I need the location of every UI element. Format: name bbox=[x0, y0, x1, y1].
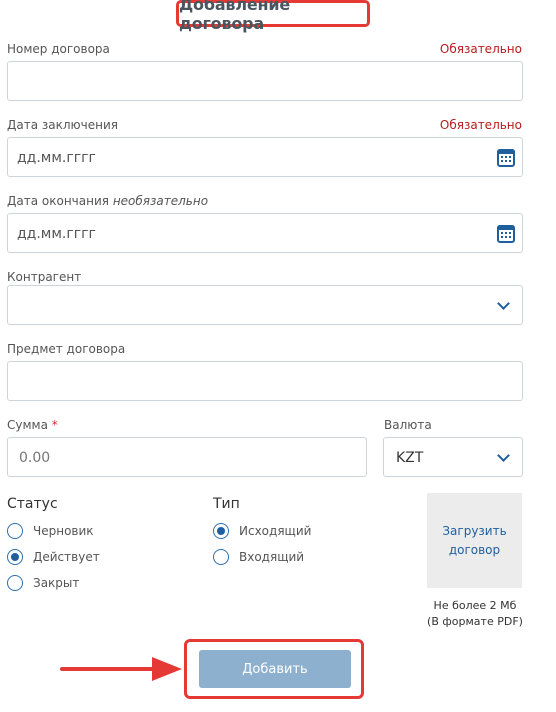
type-option-outgoing[interactable]: Исходящий bbox=[213, 522, 373, 542]
status-option-active[interactable]: Действует bbox=[7, 548, 167, 568]
end-date-label: Дата окончания необязательно bbox=[7, 194, 208, 208]
currency-label: Валюта bbox=[384, 418, 432, 432]
currency-value: KZT bbox=[396, 450, 424, 466]
upload-note-line2: (В формате PDF) bbox=[427, 615, 523, 628]
amount-label: Сумма * bbox=[7, 418, 58, 432]
counterparty-select[interactable] bbox=[7, 285, 523, 325]
radio-icon[interactable] bbox=[213, 549, 229, 565]
upload-contract-label: Загрузить договор bbox=[442, 522, 506, 560]
calendar-icon[interactable] bbox=[497, 225, 515, 243]
contract-number-required: Обязательно bbox=[439, 42, 522, 56]
radio-checked-icon[interactable] bbox=[7, 549, 23, 565]
status-option-label: Закрыт bbox=[33, 576, 80, 590]
conclusion-date-placeholder: дд.мм.гггг bbox=[17, 150, 96, 166]
currency-select[interactable]: KZT bbox=[383, 437, 523, 477]
radio-icon[interactable] bbox=[7, 523, 23, 539]
form-title-text: Добавление договора bbox=[179, 0, 291, 33]
calendar-icon[interactable] bbox=[497, 149, 515, 167]
type-label: Тип bbox=[213, 496, 240, 512]
chevron-down-icon bbox=[497, 449, 510, 462]
amount-label-text: Сумма bbox=[7, 418, 48, 432]
chevron-down-icon bbox=[497, 297, 510, 310]
status-option-label: Действует bbox=[33, 550, 100, 564]
contract-number-label: Номер договора bbox=[7, 42, 110, 56]
upload-note: Не более 2 Мб (В формате PDF) bbox=[412, 598, 538, 630]
end-date-optional: необязательно bbox=[112, 194, 209, 208]
status-option-draft[interactable]: Черновик bbox=[7, 522, 167, 542]
end-date-label-text: Дата окончания bbox=[7, 194, 109, 208]
upload-label-line2: договор bbox=[448, 542, 501, 557]
submit-highlight-frame: Добавить bbox=[184, 639, 364, 699]
type-option-label: Исходящий bbox=[239, 524, 312, 538]
status-option-closed[interactable]: Закрыт bbox=[7, 574, 167, 594]
form-title: Добавление договора bbox=[176, 0, 370, 33]
upload-contract-button[interactable]: Загрузить договор bbox=[427, 493, 522, 588]
amount-placeholder: 0.00 bbox=[19, 450, 51, 466]
conclusion-date-required: Обязательно bbox=[439, 118, 522, 132]
conclusion-date-label: Дата заключения bbox=[7, 118, 118, 132]
subject-input[interactable] bbox=[7, 361, 523, 401]
counterparty-label: Контрагент bbox=[7, 270, 82, 284]
status-label: Статус bbox=[7, 496, 58, 512]
add-button[interactable]: Добавить bbox=[199, 650, 351, 688]
red-arrow-annotation bbox=[60, 657, 182, 681]
subject-label: Предмет договора bbox=[7, 342, 126, 356]
radio-icon[interactable] bbox=[7, 575, 23, 591]
amount-required-mark: * bbox=[51, 418, 58, 432]
status-option-label: Черновик bbox=[33, 524, 94, 538]
add-button-label: Добавить bbox=[242, 661, 308, 677]
contract-number-input[interactable] bbox=[7, 61, 523, 101]
type-option-label: Входящий bbox=[239, 550, 305, 564]
amount-input[interactable]: 0.00 bbox=[7, 437, 367, 477]
upload-note-line1: Не более 2 Мб bbox=[433, 599, 517, 612]
conclusion-date-input[interactable]: дд.мм.гггг bbox=[7, 137, 523, 177]
end-date-input[interactable]: дд.мм.гггг bbox=[7, 213, 523, 253]
upload-label-line1: Загрузить bbox=[442, 523, 507, 538]
type-option-incoming[interactable]: Входящий bbox=[213, 548, 373, 568]
radio-checked-icon[interactable] bbox=[213, 523, 229, 539]
end-date-placeholder: дд.мм.гггг bbox=[17, 226, 96, 242]
